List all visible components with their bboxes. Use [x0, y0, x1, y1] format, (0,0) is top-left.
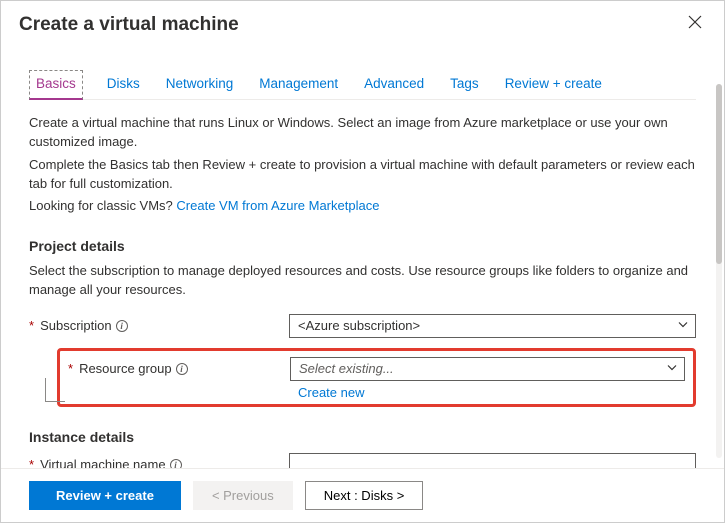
tab-tags[interactable]: Tags — [448, 70, 481, 99]
subscription-select[interactable]: <Azure subscription> — [289, 314, 696, 338]
resource-group-label: * Resource group i — [68, 361, 290, 376]
required-asterisk: * — [29, 457, 34, 468]
intro-line1: Create a virtual machine that runs Linux… — [29, 114, 696, 152]
subscription-label: * Subscription i — [29, 318, 289, 333]
tab-bar: Basics Disks Networking Management Advan… — [29, 54, 696, 100]
chevron-down-icon — [677, 318, 689, 333]
close-icon[interactable] — [684, 11, 706, 38]
panel-title: Create a virtual machine — [19, 14, 239, 36]
content-area: Basics Disks Networking Management Advan… — [1, 44, 724, 468]
info-icon[interactable]: i — [116, 320, 128, 332]
project-details-desc: Select the subscription to manage deploy… — [29, 262, 696, 300]
tab-management[interactable]: Management — [257, 70, 340, 99]
vm-name-label: * Virtual machine name i — [29, 457, 289, 468]
create-vm-panel: Create a virtual machine Basics Disks Ne… — [0, 0, 725, 523]
required-asterisk: * — [68, 361, 73, 376]
tab-basics[interactable]: Basics — [29, 70, 83, 100]
tab-networking[interactable]: Networking — [164, 70, 236, 99]
tab-review[interactable]: Review + create — [503, 70, 604, 99]
vm-name-row: * Virtual machine name i — [29, 453, 696, 468]
tab-advanced[interactable]: Advanced — [362, 70, 426, 99]
intro-line3-prefix: Looking for classic VMs? — [29, 198, 176, 213]
intro-line3: Looking for classic VMs? Create VM from … — [29, 197, 696, 216]
intro-line2: Complete the Basics tab then Review + cr… — [29, 156, 696, 194]
review-create-button[interactable]: Review + create — [29, 481, 181, 510]
instance-details-title: Instance details — [29, 429, 696, 445]
next-button[interactable]: Next : Disks > — [305, 481, 424, 510]
subscription-row: * Subscription i <Azure subscription> — [29, 314, 696, 338]
scrollbar-thumb[interactable] — [716, 84, 722, 264]
tab-disks[interactable]: Disks — [105, 70, 142, 99]
subscription-value: <Azure subscription> — [298, 318, 420, 333]
marketplace-link[interactable]: Create VM from Azure Marketplace — [176, 198, 379, 213]
indent-connector — [45, 378, 65, 402]
resource-group-row: * Resource group i Select existing... — [68, 357, 685, 381]
project-details-title: Project details — [29, 238, 696, 254]
previous-button: < Previous — [193, 481, 293, 510]
create-new-link[interactable]: Create new — [298, 385, 364, 400]
resource-group-select[interactable]: Select existing... — [290, 357, 685, 381]
info-icon[interactable]: i — [176, 363, 188, 375]
info-icon[interactable]: i — [170, 459, 182, 468]
resource-group-highlight: * Resource group i Select existing... C — [57, 348, 696, 407]
vm-name-input[interactable] — [289, 453, 696, 468]
panel-header: Create a virtual machine — [1, 1, 724, 44]
resource-group-placeholder: Select existing... — [299, 361, 394, 376]
footer-bar: Review + create < Previous Next : Disks … — [1, 468, 724, 522]
chevron-down-icon — [666, 361, 678, 376]
required-asterisk: * — [29, 318, 34, 333]
